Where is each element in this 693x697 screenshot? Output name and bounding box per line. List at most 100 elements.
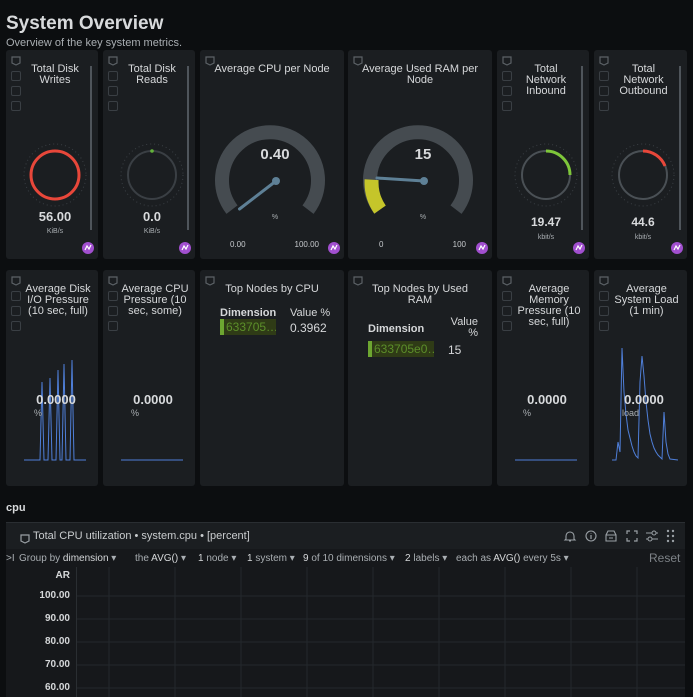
chevron-down-icon: ▾ (231, 553, 237, 564)
chart-type-icon[interactable] (179, 242, 191, 254)
chart-type-icon[interactable] (573, 242, 585, 254)
settings-sliders-icon[interactable] (645, 529, 659, 548)
gauge-unit: kbit/s (537, 234, 555, 241)
aggregation-dropdown[interactable]: the AVG() ▾ (135, 553, 186, 564)
time-aggregation-dropdown[interactable]: each as AVG() every 5s ▾ (456, 553, 569, 564)
gauge-value: 15 (414, 146, 432, 163)
card-average-ram-per-node: Average Used RAM per Node 15 % 0 100 (348, 50, 492, 259)
chart-type-icon[interactable] (476, 242, 488, 254)
table-row-dimension[interactable]: 633705… (220, 319, 276, 335)
chevron-down-icon: ▾ (442, 553, 448, 564)
chart-type-icon[interactable] (328, 242, 340, 254)
expand-icon[interactable] (599, 321, 609, 331)
sparkline-unit: % (34, 408, 43, 418)
column-header-dimension[interactable]: Dimension (220, 307, 276, 319)
value-bar (90, 66, 92, 230)
drag-handle-icon[interactable] (666, 529, 676, 548)
dimensions-count: 9 (303, 553, 309, 564)
card-average-cpu-per-node: Average CPU per Node 0.40 % 0.00 100.00 (200, 50, 344, 259)
card-average-system-load: Average System Load (1 min) 0.0000 load (594, 270, 687, 486)
drag-icon[interactable] (108, 56, 118, 66)
chart-controls: >I Group by dimension ▾ the AVG() ▾ 1 no… (6, 551, 685, 567)
info-icon[interactable] (599, 291, 609, 301)
chart-type-icon[interactable] (82, 242, 94, 254)
sparkline-unit: % (523, 408, 532, 418)
alert-icon[interactable] (563, 529, 577, 548)
save-icon[interactable] (604, 529, 618, 548)
info-icon[interactable] (11, 71, 21, 81)
settings-icon[interactable] (11, 86, 21, 96)
drag-icon[interactable] (108, 276, 118, 286)
gauge-min: 0.00 (230, 240, 246, 249)
card-toolbar (599, 56, 611, 116)
sparkline-value: 0.0000 (527, 392, 567, 407)
chart-type-icon[interactable] (671, 242, 683, 254)
drag-icon[interactable] (502, 56, 512, 66)
column-header-value[interactable]: Value % (448, 317, 478, 339)
expand-icon[interactable] (502, 101, 512, 111)
settings-icon[interactable] (11, 306, 21, 316)
gauge-unit: % (419, 214, 427, 221)
settings-icon[interactable] (108, 306, 118, 316)
card-total-network-inbound: Total Network Inbound 19.47 kbit/s (497, 50, 589, 259)
gauge-unit: KiB/s (46, 228, 64, 235)
settings-icon[interactable] (599, 86, 609, 96)
reset-button[interactable]: Reset (649, 551, 680, 565)
info-icon[interactable] (502, 71, 512, 81)
gauge-min: 0 (379, 240, 384, 249)
info-icon[interactable] (108, 291, 118, 301)
drag-icon[interactable] (20, 531, 30, 549)
expand-icon[interactable] (599, 101, 609, 111)
card-average-cpu-pressure: Average CPU Pressure (10 sec, some) 0.00… (103, 270, 195, 486)
card-title: Average Memory Pressure (10 sec, full) (517, 283, 581, 328)
chart-plot-area[interactable] (76, 567, 685, 697)
drag-icon[interactable] (599, 276, 609, 286)
column-header-value[interactable]: Value % (290, 307, 330, 319)
expand-icon[interactable] (11, 101, 21, 111)
column-header-dimension[interactable]: Dimension (368, 323, 424, 335)
card-top-nodes-by-used-ram: Top Nodes by Used RAM Dimension Value % … (348, 270, 492, 486)
info-icon[interactable] (108, 71, 118, 81)
aggregation-prefix: the (135, 553, 149, 564)
drag-icon[interactable] (11, 56, 21, 66)
value-bar (679, 66, 681, 230)
card-title: Average CPU per Node (214, 63, 330, 75)
drag-icon[interactable] (11, 276, 21, 286)
settings-icon[interactable] (599, 306, 609, 316)
dimensions-dropdown[interactable]: 9 of 10 dimensions ▾ (303, 553, 395, 564)
chart-title: Total CPU utilization • system.cpu • [pe… (33, 530, 250, 542)
systems-label: system (255, 553, 288, 564)
labels-label: labels (413, 553, 440, 564)
drag-icon[interactable] (599, 56, 609, 66)
gauge-value: 56.00 (38, 209, 72, 224)
group-by-dropdown[interactable]: Group by dimension ▾ (19, 553, 116, 564)
info-icon[interactable] (11, 291, 21, 301)
sparkline-value: 0.0000 (36, 392, 76, 407)
card-top-nodes-by-cpu: Top Nodes by CPU Dimension Value % 63370… (200, 270, 344, 486)
settings-icon[interactable] (502, 306, 512, 316)
fullscreen-icon[interactable] (625, 529, 639, 548)
nodes-dropdown[interactable]: 1 node ▾ (198, 553, 236, 564)
expand-icon[interactable] (108, 101, 118, 111)
net-inbound-gauge (514, 143, 578, 207)
systems-dropdown[interactable]: 1 system ▾ (247, 553, 295, 564)
y-tick: 70.00 (44, 659, 70, 670)
expand-icon[interactable] (108, 321, 118, 331)
info-icon[interactable] (584, 529, 598, 548)
page-subtitle: Overview of the key system metrics. (6, 37, 183, 49)
expand-icon[interactable] (11, 321, 21, 331)
each-value: AVG() (493, 553, 521, 564)
value-bar (581, 66, 583, 230)
card-total-disk-reads: Total Disk Reads 0.0 KiB/s (103, 50, 195, 259)
table-row-dimension[interactable]: 633705e0… (368, 341, 434, 357)
chevron-down-icon: ▾ (111, 553, 117, 564)
card-title: Average Used RAM per Node (362, 63, 478, 86)
info-icon[interactable] (502, 291, 512, 301)
expand-icon[interactable] (502, 321, 512, 331)
settings-icon[interactable] (108, 86, 118, 96)
drag-icon[interactable] (502, 276, 512, 286)
settings-icon[interactable] (502, 86, 512, 96)
gauge-unit: KiB/s (143, 228, 161, 235)
info-icon[interactable] (599, 71, 609, 81)
labels-dropdown[interactable]: 2 labels ▾ (405, 553, 447, 564)
